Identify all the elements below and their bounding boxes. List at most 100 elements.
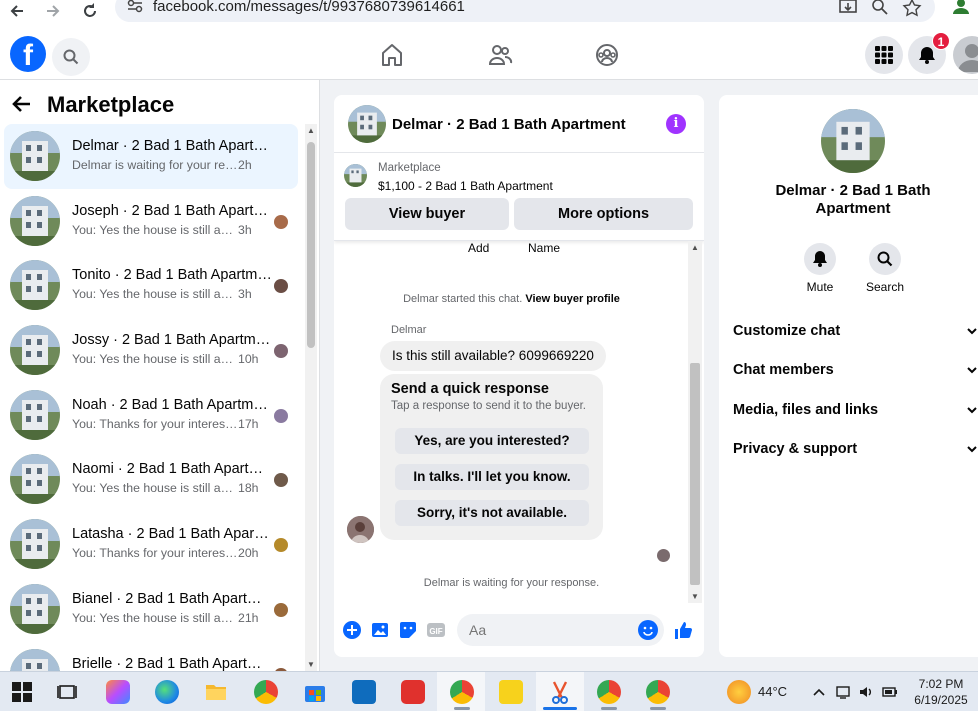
emoji-icon[interactable] bbox=[638, 620, 658, 640]
battery-icon[interactable] bbox=[882, 684, 898, 700]
listing-thumbnail bbox=[10, 260, 60, 311]
store-icon[interactable] bbox=[303, 680, 327, 704]
message-thread: Add Name Delmar started this chat. View … bbox=[334, 241, 704, 603]
quick-response-option[interactable]: In talks. I'll let you know. bbox=[395, 464, 589, 490]
listing-avatar[interactable] bbox=[348, 105, 386, 143]
scroll-up-icon[interactable]: ▲ bbox=[691, 243, 699, 252]
listing-price[interactable]: $1,100 - 2 Bad 1 Bath Apartment bbox=[378, 179, 553, 193]
conversation-item[interactable]: Tonito · 2 Bad 1 Bath Apartment You: Yes … bbox=[4, 253, 298, 318]
sticker-icon[interactable] bbox=[398, 620, 418, 640]
conversation-item[interactable]: Brielle · 2 Bad 1 Bath Apartment bbox=[4, 642, 298, 671]
groups-icon[interactable] bbox=[594, 42, 620, 68]
chat-title[interactable]: Delmar · 2 Bad 1 Bath Apartment bbox=[392, 116, 626, 133]
conversation-item[interactable]: Noah · 2 Bad 1 Bath Apartment You: Thanks… bbox=[4, 383, 298, 448]
photo-icon[interactable] bbox=[370, 620, 390, 640]
view-buyer-button[interactable]: View buyer bbox=[345, 198, 509, 230]
bookmark-star-icon[interactable] bbox=[902, 0, 922, 20]
scrollbar-thumb[interactable] bbox=[307, 142, 315, 348]
file-explorer-icon[interactable] bbox=[204, 680, 228, 704]
browser-toolbar: facebook.com/messages/t/9937680739614661 bbox=[0, 0, 978, 30]
conversation-item[interactable]: Joseph · 2 Bad 1 Bath Apartment You: Yes … bbox=[4, 189, 298, 254]
chat-scrollbar[interactable]: ▲ ▼ bbox=[688, 241, 702, 603]
sender-avatar[interactable] bbox=[347, 516, 374, 543]
message-bubble[interactable]: Is this still available? 6099669220 bbox=[380, 341, 606, 371]
snipping-tool-icon[interactable] bbox=[548, 680, 572, 704]
privacy-support-row[interactable]: Privacy & support bbox=[733, 437, 978, 461]
scroll-up-icon[interactable]: ▲ bbox=[307, 126, 315, 135]
profile-icon[interactable] bbox=[951, 0, 971, 20]
chrome-icon[interactable] bbox=[254, 680, 278, 704]
media-files-links-row[interactable]: Media, files and links bbox=[733, 398, 978, 422]
account-avatar[interactable] bbox=[953, 36, 978, 74]
listing-thumbnail[interactable] bbox=[344, 164, 367, 187]
mute-button[interactable] bbox=[804, 243, 836, 275]
scrollbar-thumb[interactable] bbox=[690, 363, 700, 585]
conversation-title: Joseph · 2 Bad 1 Bath Apartment bbox=[72, 202, 272, 219]
outlook-icon[interactable] bbox=[352, 680, 376, 704]
scroll-down-icon[interactable]: ▼ bbox=[307, 660, 315, 669]
friends-icon[interactable] bbox=[487, 42, 513, 68]
windows-start-icon[interactable] bbox=[10, 680, 34, 704]
task-view-icon[interactable] bbox=[56, 680, 80, 704]
search-in-chat-button[interactable] bbox=[869, 243, 901, 275]
conversation-preview: Delmar is waiting for your response. ·2h bbox=[72, 158, 267, 172]
chat-members-row[interactable]: Chat members bbox=[733, 358, 978, 382]
listing-thumbnail bbox=[10, 195, 60, 246]
chrome-profile-icon[interactable] bbox=[646, 680, 670, 704]
network-icon[interactable] bbox=[835, 684, 851, 700]
plus-icon[interactable] bbox=[342, 620, 362, 640]
sticky-notes-icon[interactable] bbox=[499, 680, 523, 704]
preview-time: 10h bbox=[238, 352, 259, 367]
details-avatar[interactable] bbox=[821, 109, 885, 173]
zoom-icon[interactable] bbox=[870, 0, 890, 20]
conversation-item[interactable]: Jossy · 2 Bad 1 Bath Apartment You: Yes t… bbox=[4, 318, 298, 383]
preview-time: 18h bbox=[238, 481, 259, 496]
conversation-item[interactable]: Latasha · 2 Bad 1 Bath Apartment You: Tha… bbox=[4, 512, 298, 577]
menu-button[interactable] bbox=[865, 36, 903, 74]
chevron-down-icon bbox=[967, 367, 977, 374]
reload-icon[interactable] bbox=[79, 2, 101, 24]
customize-chat-row[interactable]: Customize chat bbox=[733, 319, 978, 343]
preview-text: You: Thanks for your interest in th... bbox=[72, 416, 238, 431]
search-button[interactable] bbox=[52, 38, 90, 76]
clock[interactable]: 7:02 PM 6/19/2025 bbox=[909, 676, 973, 708]
buyer-avatar bbox=[274, 408, 288, 423]
quick-response-option[interactable]: Sorry, it's not available. bbox=[395, 500, 589, 526]
chevron-down-icon bbox=[967, 328, 977, 335]
conversation-item[interactable]: Delmar · 2 Bad 1 Bath Apartment Delmar is… bbox=[4, 124, 298, 189]
quick-response-option[interactable]: Yes, are you interested? bbox=[395, 428, 589, 454]
more-options-button[interactable]: More options bbox=[514, 198, 693, 230]
back-icon[interactable] bbox=[6, 2, 28, 24]
weather-icon[interactable] bbox=[727, 680, 751, 704]
temperature-text[interactable]: 44°C bbox=[758, 684, 787, 699]
chrome-profile-icon[interactable] bbox=[450, 680, 474, 704]
conversation-item[interactable]: Naomi · 2 Bad 1 Bath Apartment You: Yes t… bbox=[4, 447, 298, 512]
building-thumbnail-icon bbox=[10, 325, 60, 376]
gif-icon[interactable]: GIF bbox=[426, 620, 446, 640]
info-icon[interactable]: i bbox=[666, 114, 686, 134]
anydesk-icon[interactable] bbox=[401, 680, 425, 704]
message-input[interactable] bbox=[457, 614, 664, 646]
chevron-up-icon[interactable] bbox=[811, 684, 827, 700]
install-app-icon[interactable] bbox=[838, 0, 858, 20]
site-settings-icon[interactable] bbox=[127, 0, 143, 13]
conversation-item[interactable]: Bianel · 2 Bad 1 Bath Apartment You: Yes … bbox=[4, 577, 298, 642]
chrome-profile-icon[interactable] bbox=[597, 680, 621, 704]
facebook-logo[interactable]: f bbox=[10, 36, 46, 72]
view-buyer-profile-link[interactable]: View buyer profile bbox=[525, 293, 620, 305]
address-bar[interactable]: facebook.com/messages/t/9937680739614661 bbox=[115, 0, 935, 22]
volume-icon[interactable] bbox=[858, 684, 874, 700]
home-icon[interactable] bbox=[379, 42, 405, 68]
forward-icon[interactable] bbox=[42, 2, 64, 24]
edge-browser-icon[interactable] bbox=[155, 680, 179, 704]
copilot-icon[interactable] bbox=[106, 680, 130, 704]
clipped-add-label: Add bbox=[468, 241, 490, 255]
thumbs-up-icon[interactable] bbox=[673, 620, 693, 640]
sidebar-scrollbar[interactable]: ▲ ▼ bbox=[305, 124, 317, 671]
conversation-title: Naomi · 2 Bad 1 Bath Apartment bbox=[72, 461, 272, 478]
url-text[interactable]: facebook.com/messages/t/9937680739614661 bbox=[153, 0, 465, 15]
windows-taskbar: 44°C 7:02 PM 6/19/2025 bbox=[0, 671, 978, 711]
building-thumbnail-icon bbox=[10, 131, 60, 181]
scroll-down-icon[interactable]: ▼ bbox=[691, 592, 699, 601]
back-arrow-icon[interactable] bbox=[12, 94, 32, 118]
